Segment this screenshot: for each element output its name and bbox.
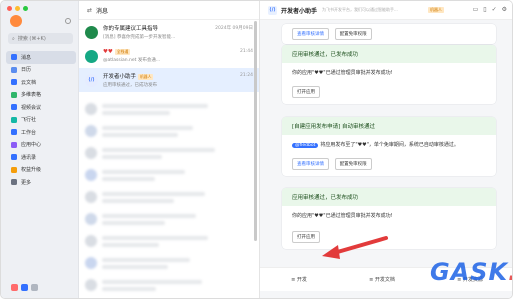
settings-icon[interactable] — [31, 284, 38, 291]
window-controls — [7, 6, 28, 11]
search-placeholder: 搜索 (⌘+K) — [17, 36, 46, 42]
conversation-list: ⇄ 消息 你的专属建议工具指导 [消息] 恭喜你完成第一步开发智能... 202… — [79, 1, 260, 298]
search-input[interactable]: ⌕ 搜索 (⌘+K) — [8, 33, 73, 44]
conversation-item[interactable]: 你的专属建议工具指导 [消息] 恭喜你完成第一步开发智能... 2024年 09… — [79, 20, 259, 44]
more-icon — [11, 179, 17, 186]
upgrade-icon — [11, 166, 17, 173]
blurred-conversations — [79, 98, 259, 296]
sidebar-nav: 消息 日历 云文档 多维表格 视频会议 飞行社 工作台 应用中心 通讯录 权益升… — [6, 51, 76, 189]
messages-icon: ⇄ — [87, 6, 93, 14]
sidebar-item-label: 权益升级 — [21, 167, 42, 174]
list-title: 消息 — [96, 7, 109, 15]
annotation-arrow — [322, 236, 388, 259]
help-icon[interactable] — [21, 284, 28, 291]
conversation-time: 21:44 — [240, 49, 253, 54]
bot-badge: 机器人 — [138, 74, 154, 80]
profile-app-icon[interactable] — [11, 284, 18, 291]
docs-icon — [11, 79, 17, 86]
messages-icon — [11, 54, 17, 61]
minimize-window-button[interactable] — [15, 6, 20, 11]
watermark-logo: GASK.CC — [430, 258, 512, 286]
status-badge: 全栈通 — [114, 49, 131, 55]
add-icon[interactable] — [65, 18, 71, 24]
sidebar-item-calendar[interactable]: 日历 — [6, 64, 76, 77]
conversation-preview: 应用审核通过，已成功发布 — [103, 83, 157, 88]
table-icon — [11, 91, 17, 98]
video-icon — [11, 104, 17, 111]
watermark-text: GASK — [430, 258, 509, 286]
calendar-icon — [11, 66, 17, 73]
sidebar-bottom-icons — [11, 284, 38, 291]
sidebar-item-label: 应用中心 — [21, 142, 42, 149]
conversation-title: ♥♥ — [103, 49, 113, 55]
community-icon — [11, 116, 17, 123]
sidebar-item-label: 日历 — [21, 67, 32, 74]
sidebar-item-label: 飞行社 — [21, 117, 37, 124]
sidebar-item-app-center[interactable]: 应用中心 — [6, 139, 76, 152]
close-window-button[interactable] — [7, 6, 12, 11]
conversation-title: 开发者小助手 — [103, 74, 137, 80]
sidebar-item-label: 通讯录 — [21, 154, 37, 161]
sidebar-item-community[interactable]: 飞行社 — [6, 114, 76, 127]
chat-panel: ⟨/⟩ 开发者小助手 为飞书开发平台，我们可以通过智能助手... 机器人 ▭ ▯… — [260, 1, 512, 298]
sidebar-item-base[interactable]: 多维表格 — [6, 89, 76, 102]
scrollbar[interactable] — [254, 21, 257, 241]
sidebar-item-label: 消息 — [21, 54, 32, 61]
conversation-time: 2024年 09月09日 — [215, 26, 253, 31]
bot-avatar: ⟨/⟩ — [85, 73, 98, 87]
conversation-time: 21:24 — [240, 73, 253, 78]
app-center-icon — [11, 141, 17, 148]
sidebar-item-messages[interactable]: 消息 — [6, 51, 76, 64]
conversation-preview: [消息] 恭喜你完成第一步开发智能... — [103, 35, 176, 40]
avatar — [85, 49, 98, 63]
maximize-window-button[interactable] — [23, 6, 28, 11]
sidebar-item-label: 更多 — [21, 179, 32, 186]
sidebar-item-docs[interactable]: 云文档 — [6, 76, 76, 89]
watermark-dot: . — [508, 258, 512, 286]
workplace-icon — [11, 129, 17, 136]
sidebar-item-upgrade[interactable]: 权益升级 — [6, 164, 76, 177]
conversation-preview: @atlassian.net 发布会通... — [103, 58, 161, 63]
search-icon: ⌕ — [12, 35, 15, 42]
sidebar-item-meetings[interactable]: 视频会议 — [6, 101, 76, 114]
contacts-icon — [11, 154, 17, 161]
avatar — [85, 25, 98, 39]
conversation-item[interactable]: ♥♥ 全栈通 @atlassian.net 发布会通... 21:44 — [79, 44, 259, 68]
sidebar-item-contacts[interactable]: 通讯录 — [6, 151, 76, 164]
sidebar-item-label: 云文档 — [21, 79, 37, 86]
sidebar-item-label: 工作台 — [21, 129, 37, 136]
sidebar-item-workplace[interactable]: 工作台 — [6, 126, 76, 139]
sidebar-item-label: 多维表格 — [21, 92, 42, 99]
sidebar-item-label: 视频会议 — [21, 104, 42, 111]
sidebar-item-more[interactable]: 更多 — [6, 176, 76, 189]
list-header: ⇄ 消息 — [79, 1, 259, 20]
sidebar: ⌕ 搜索 (⌘+K) 消息 日历 云文档 多维表格 视频会议 飞行社 工作台 应… — [1, 1, 79, 298]
conversation-item-selected[interactable]: ⟨/⟩ 开发者小助手 机器人 应用审核通过，已成功发布 21:24 — [79, 68, 259, 92]
app-window: ⌕ 搜索 (⌘+K) 消息 日历 云文档 多维表格 视频会议 飞行社 工作台 应… — [0, 0, 513, 299]
user-avatar[interactable] — [10, 15, 22, 27]
